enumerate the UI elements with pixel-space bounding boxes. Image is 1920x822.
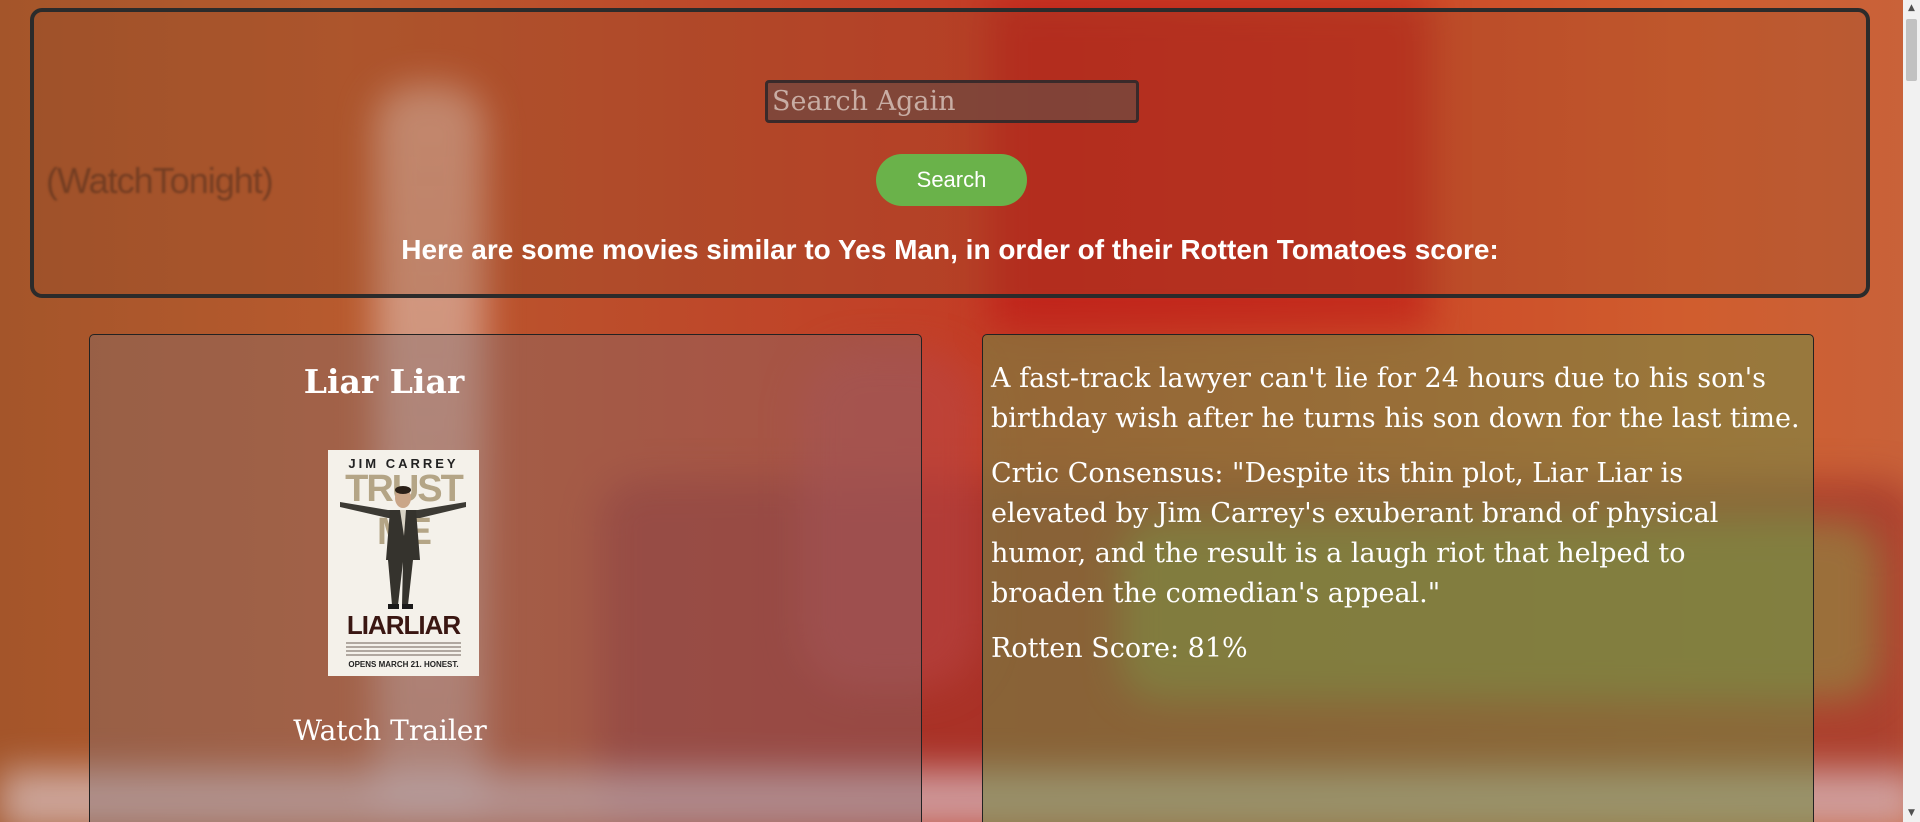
watch-trailer-link[interactable]: Watch Trailer xyxy=(0,714,780,747)
poster-release-text: OPENS MARCH 21. HONEST. xyxy=(348,660,459,669)
rotten-score: Rotten Score: 81% xyxy=(991,633,1248,664)
movie-title: Liar Liar xyxy=(303,362,465,401)
poster-credits xyxy=(346,642,461,656)
critic-consensus: Crtic Consensus: "Despite its thin plot,… xyxy=(991,458,1719,609)
scrollbar-thumb[interactable] xyxy=(1906,19,1917,81)
vertical-scrollbar[interactable]: ▲ ▼ xyxy=(1903,0,1920,822)
poster-figure-image xyxy=(340,486,466,609)
poster-title-text: LIARLIAR xyxy=(346,610,461,640)
scroll-up-arrow-icon[interactable]: ▲ xyxy=(1903,0,1920,17)
results-heading: Here are some movies similar to Yes Man,… xyxy=(401,234,1499,265)
search-button[interactable]: Search xyxy=(876,154,1027,206)
movie-details-card: A fast-track lawyer can't lie for 24 hou… xyxy=(982,334,1814,822)
scroll-down-arrow-icon[interactable]: ▼ xyxy=(1903,805,1920,822)
movie-poster[interactable]: JIM CARREY TRUST ME LIARLIAR OPENS MARCH… xyxy=(328,450,479,676)
search-input[interactable] xyxy=(765,80,1139,123)
movie-synopsis: A fast-track lawyer can't lie for 24 hou… xyxy=(991,363,1800,434)
page: (WatchTonight) Search Here are some movi… xyxy=(0,0,1920,822)
site-logo[interactable]: (WatchTonight) xyxy=(46,160,274,202)
movie-card xyxy=(89,334,922,822)
